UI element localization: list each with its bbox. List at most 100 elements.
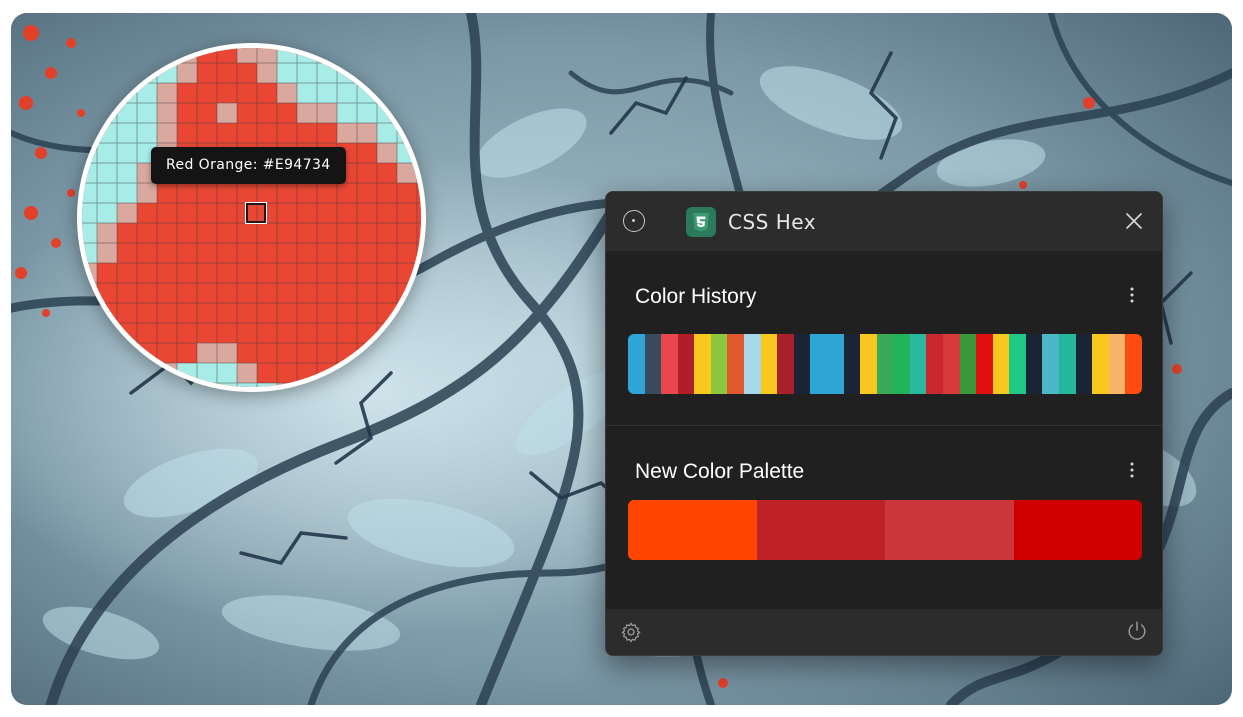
color-swatch[interactable]: [942, 334, 960, 394]
magnified-pixel: [177, 343, 197, 363]
color-swatch[interactable]: [727, 334, 745, 394]
magnified-pixel: [177, 63, 197, 83]
color-swatch[interactable]: [810, 334, 827, 394]
pin-icon[interactable]: [623, 210, 645, 232]
magnified-pixel: [377, 263, 397, 283]
magnified-pixel: [237, 83, 257, 103]
magnified-pixel: [277, 103, 297, 123]
magnified-pixel: [357, 123, 377, 143]
magnified-pixel: [217, 183, 237, 203]
magnified-pixel: [117, 363, 137, 383]
color-swatch[interactable]: [1013, 500, 1142, 560]
magnified-pixel: [217, 303, 237, 323]
magnified-pixel: [397, 323, 417, 343]
color-name-tooltip: Red Orange: #E94734: [151, 147, 346, 184]
magnified-pixel: [297, 183, 317, 203]
magnified-pixel: [357, 363, 377, 383]
magnified-pixel: [137, 243, 157, 263]
magnified-pixel: [257, 363, 277, 383]
magnified-pixel: [257, 303, 277, 323]
magnified-pixel: [197, 243, 217, 263]
magnified-pixel: [257, 263, 277, 283]
magnified-pixel: [377, 203, 397, 223]
color-swatch[interactable]: [885, 500, 1014, 560]
color-swatch[interactable]: [777, 334, 794, 394]
color-swatch[interactable]: [1009, 334, 1026, 394]
color-swatch[interactable]: [644, 334, 662, 394]
magnified-pixel: [297, 63, 317, 83]
color-swatch[interactable]: [843, 334, 861, 394]
color-swatch[interactable]: [909, 334, 927, 394]
color-swatch[interactable]: [760, 334, 778, 394]
color-swatch[interactable]: [1125, 334, 1142, 394]
magnified-pixel: [257, 283, 277, 303]
magnified-pixel: [157, 263, 177, 283]
color-swatch[interactable]: [1075, 334, 1093, 394]
color-swatch[interactable]: [1042, 334, 1060, 394]
magnified-pixel: [397, 283, 417, 303]
color-swatch[interactable]: [677, 334, 695, 394]
magnified-pixel: [377, 183, 397, 203]
more-options-icon[interactable]: [1122, 285, 1142, 307]
more-options-icon[interactable]: [1122, 460, 1142, 482]
magnified-pixel: [237, 183, 257, 203]
color-swatch[interactable]: [710, 334, 728, 394]
magnified-pixel: [357, 303, 377, 323]
close-icon[interactable]: [1124, 211, 1144, 231]
color-swatch[interactable]: [860, 334, 877, 394]
magnified-pixel: [377, 123, 397, 143]
magnified-pixel: [237, 48, 257, 63]
color-swatch[interactable]: [992, 334, 1010, 394]
color-swatch[interactable]: [876, 334, 894, 394]
css-hex-window: CSS Hex Color History New Color Palette: [605, 191, 1163, 656]
magnified-pixel: [397, 163, 417, 183]
magnified-pixel: [357, 83, 377, 103]
color-swatch[interactable]: [1092, 334, 1109, 394]
magnified-pixel: [317, 63, 337, 83]
color-swatch[interactable]: [694, 334, 711, 394]
magnified-pixel: [177, 263, 197, 283]
magnified-pixel: [297, 323, 317, 343]
magnified-pixel: [397, 263, 417, 283]
app-title: CSS Hex: [728, 210, 817, 234]
power-icon[interactable]: [1126, 620, 1148, 642]
color-swatch[interactable]: [628, 500, 757, 560]
magnified-pixel: [177, 243, 197, 263]
magnified-pixel: [117, 323, 137, 343]
color-swatch[interactable]: [793, 334, 811, 394]
color-swatch[interactable]: [1108, 334, 1126, 394]
magnified-pixel: [137, 123, 157, 143]
magnified-pixel: [137, 343, 157, 363]
palette-swatches: [628, 500, 1142, 560]
color-swatch[interactable]: [1059, 334, 1076, 394]
magnified-pixel: [257, 63, 277, 83]
magnified-pixel: [397, 143, 417, 163]
magnified-pixel: [357, 343, 377, 363]
color-swatch[interactable]: [756, 500, 885, 560]
color-swatch[interactable]: [1025, 334, 1043, 394]
magnified-pixel: [137, 303, 157, 323]
gear-icon[interactable]: [620, 621, 642, 643]
magnified-pixel: [177, 323, 197, 343]
magnified-pixel: [397, 243, 417, 263]
color-swatch[interactable]: [893, 334, 910, 394]
magnified-pixel: [257, 48, 277, 63]
color-swatch[interactable]: [976, 334, 993, 394]
magnified-pixel: [157, 363, 177, 383]
magnified-pixel: [237, 263, 257, 283]
color-swatch[interactable]: [628, 334, 645, 394]
magnified-pixel: [97, 243, 117, 263]
magnified-pixel: [417, 203, 421, 223]
magnified-pixel: [397, 343, 417, 363]
color-swatch[interactable]: [926, 334, 943, 394]
color-swatch[interactable]: [744, 334, 761, 394]
crosshair-cursor: [245, 202, 267, 224]
magnified-pixel: [337, 323, 357, 343]
magnified-pixel: [317, 243, 337, 263]
magnified-pixel: [117, 183, 137, 203]
color-swatch[interactable]: [826, 334, 844, 394]
magnified-pixel: [217, 123, 237, 143]
magnified-pixel: [177, 223, 197, 243]
color-swatch[interactable]: [661, 334, 678, 394]
color-swatch[interactable]: [959, 334, 977, 394]
